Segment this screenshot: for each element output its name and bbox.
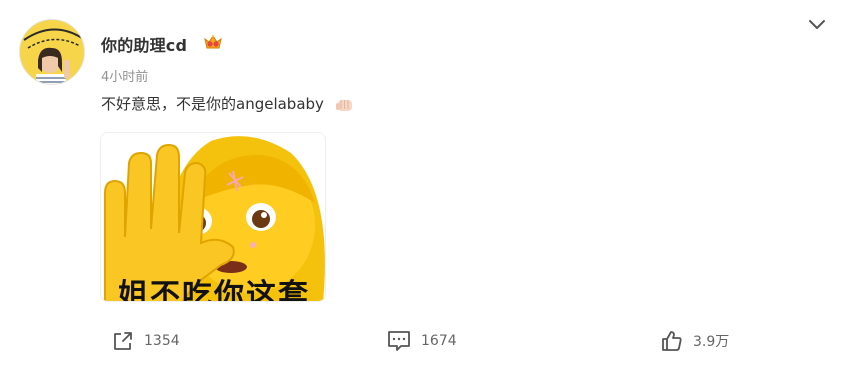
share-count: 1354: [144, 333, 180, 349]
share-button[interactable]: 1354: [112, 328, 180, 354]
comment-count: 1674: [421, 333, 457, 349]
post-text: 不好意思，不是你的angelababy: [101, 93, 355, 115]
chevron-down-icon[interactable]: [806, 15, 828, 33]
image-caption: 姐不吃你这套: [118, 278, 310, 302]
comment-icon: [388, 331, 410, 351]
like-button[interactable]: 3.9万: [661, 328, 729, 354]
avatar-photo: [20, 20, 84, 84]
username[interactable]: 你的助理cd: [101, 32, 187, 56]
post-image[interactable]: 姐不吃你这套: [100, 132, 326, 302]
share-icon: [114, 332, 132, 350]
vip-crown-badge-icon[interactable]: [203, 33, 223, 51]
woman-facepalm-stop-hand-emoji: [101, 133, 325, 301]
post-text-content: 不好意思，不是你的angelababy: [101, 95, 324, 113]
avatar[interactable]: [19, 19, 85, 85]
like-count: 3.9万: [693, 334, 730, 350]
thumbs-up-icon: [662, 331, 682, 351]
timestamp[interactable]: 4小时前: [101, 66, 148, 85]
fist-bump-icon: [335, 95, 355, 115]
comment-button[interactable]: 1674: [387, 328, 457, 354]
